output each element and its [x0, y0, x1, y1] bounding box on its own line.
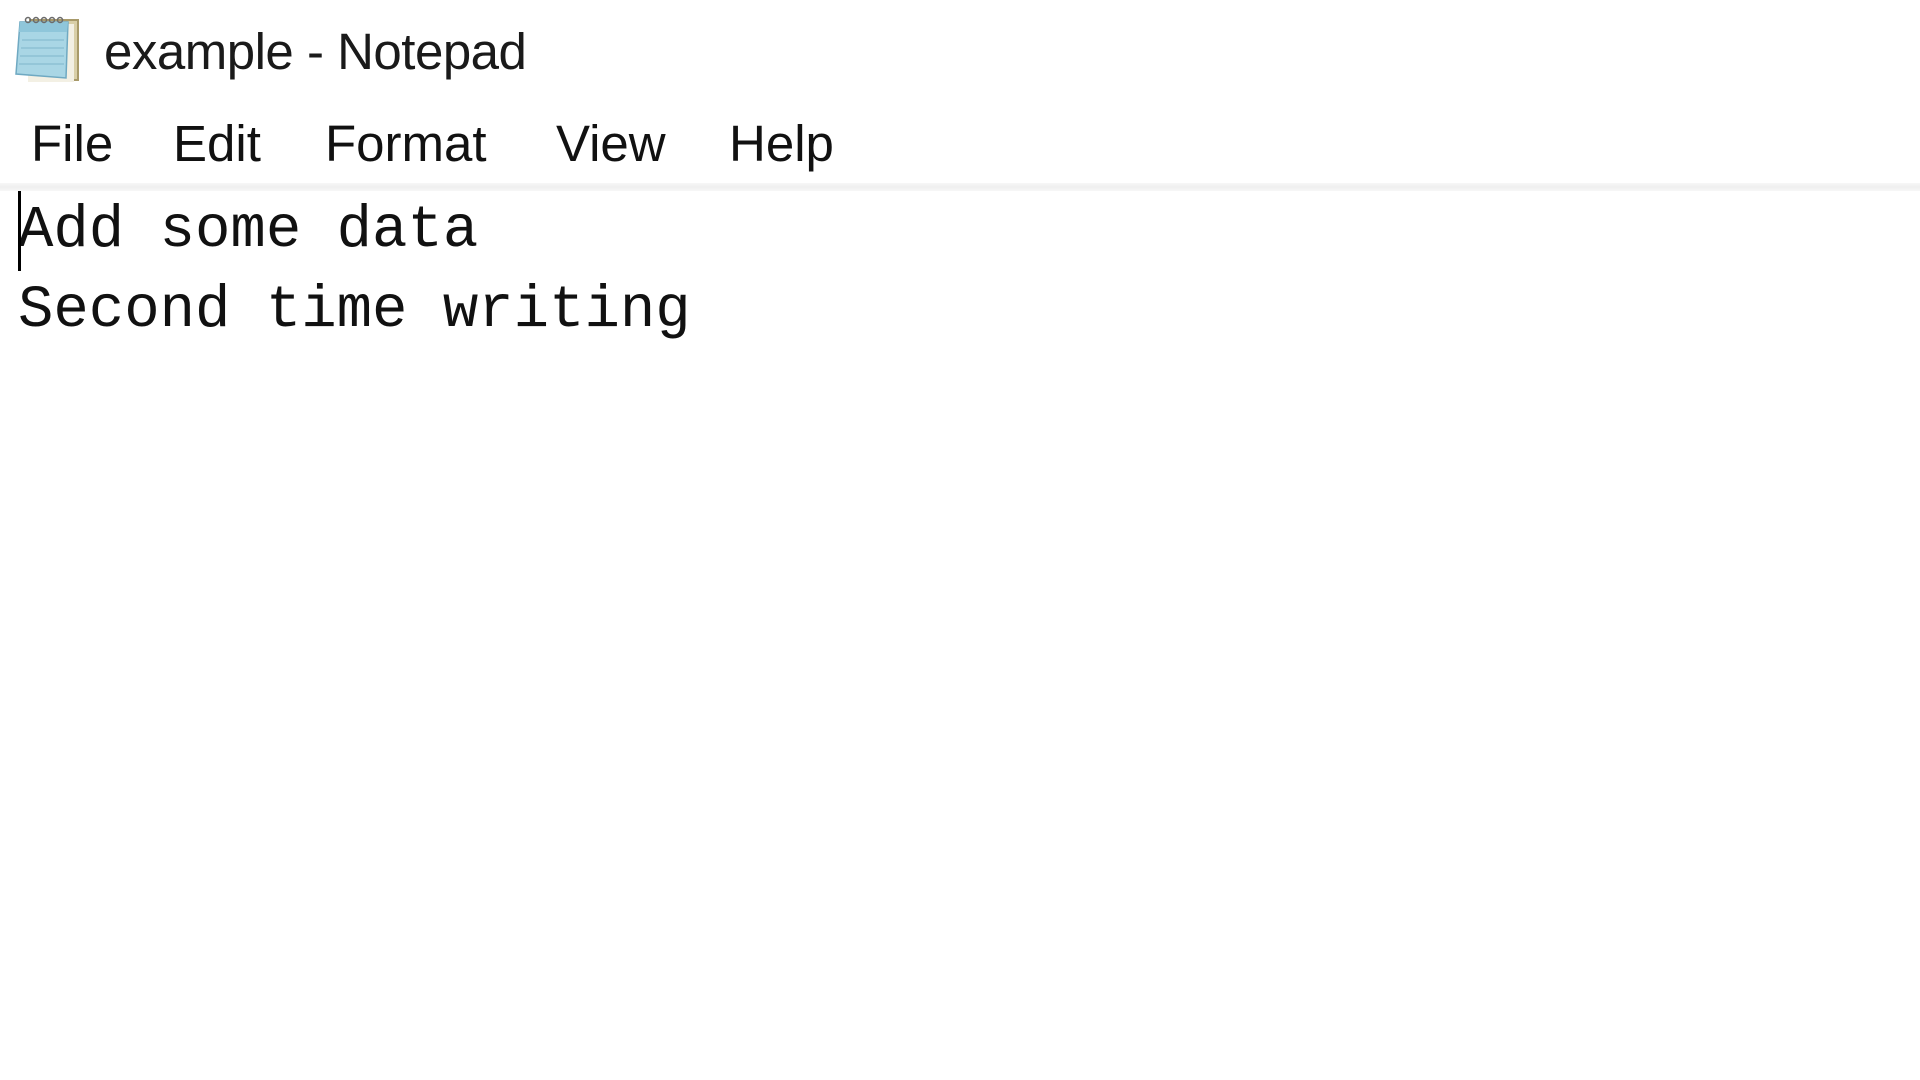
notepad-icon: [10, 12, 82, 84]
notepad-window: example - Notepad File Edit Format View …: [0, 0, 1920, 1080]
menu-file[interactable]: File: [31, 104, 113, 184]
menu-format[interactable]: Format: [325, 104, 487, 184]
editor-line[interactable]: Add some data: [18, 191, 478, 271]
editor-line[interactable]: Second time writing: [18, 271, 691, 351]
menu-edit[interactable]: Edit: [173, 104, 261, 184]
text-editor[interactable]: Add some data Second time writing: [0, 191, 1920, 1080]
menu-separator: [0, 183, 1920, 191]
menu-view[interactable]: View: [556, 104, 666, 184]
menu-bar: File Edit Format View Help: [0, 104, 1920, 184]
window-title: example - Notepad: [104, 23, 527, 80]
menu-help[interactable]: Help: [729, 104, 834, 184]
title-bar[interactable]: example - Notepad: [0, 0, 1920, 96]
text-caret: [18, 191, 21, 271]
